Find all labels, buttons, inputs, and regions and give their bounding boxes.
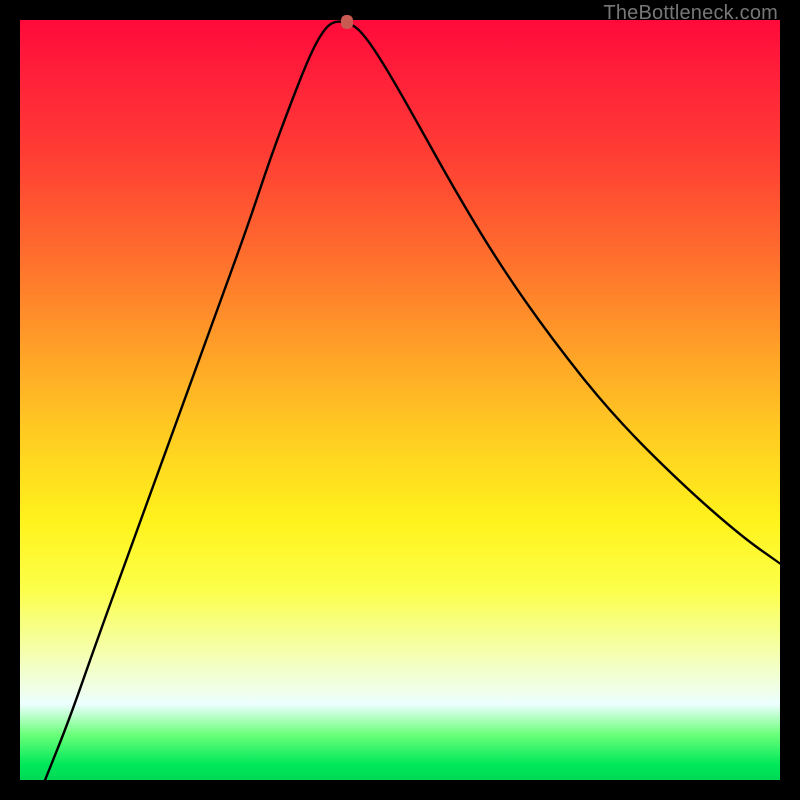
- plot-area: [20, 20, 780, 780]
- optimal-point-marker: [341, 15, 353, 29]
- chart-frame: TheBottleneck.com: [0, 0, 800, 800]
- watermark-text: TheBottleneck.com: [603, 2, 778, 25]
- curve-path: [45, 22, 780, 780]
- bottleneck-curve: [20, 20, 780, 780]
